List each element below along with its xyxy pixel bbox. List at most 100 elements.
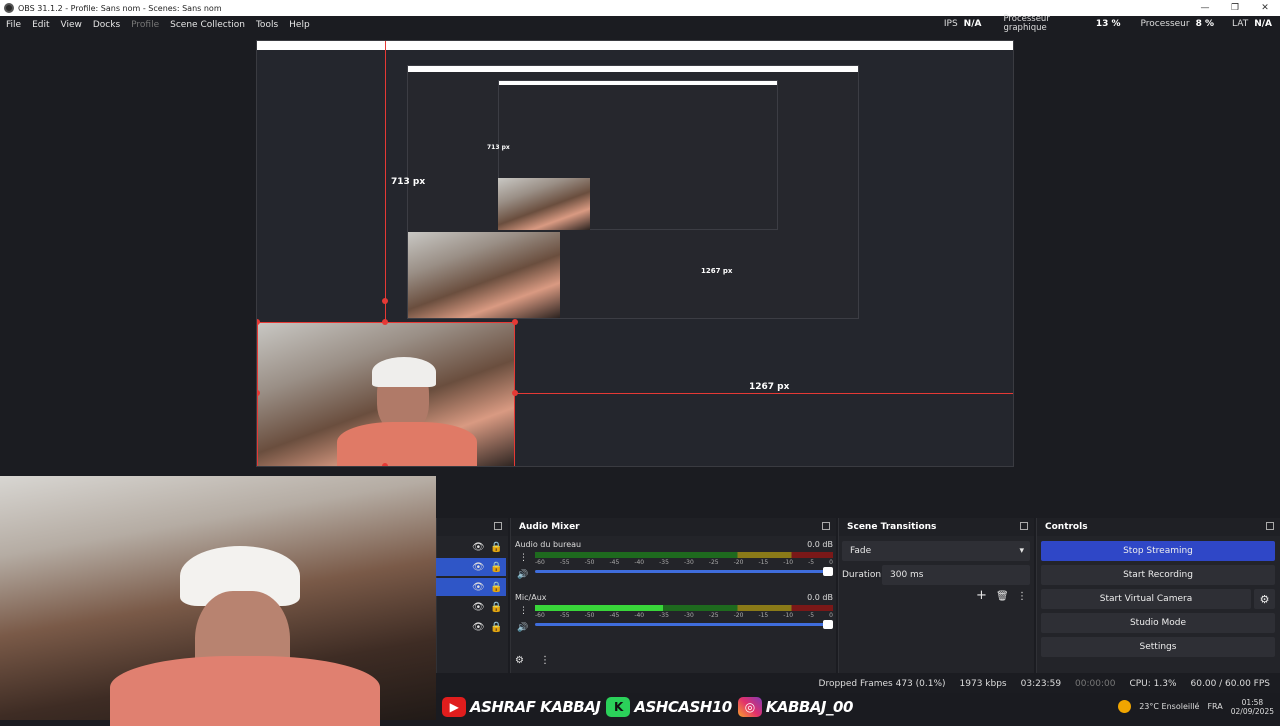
mixer-menu-kebab-icon[interactable]: ⋮ <box>540 655 550 666</box>
controls-undock-icon[interactable] <box>1266 522 1274 530</box>
menu-view[interactable]: View <box>61 20 82 30</box>
weather-text[interactable]: 23°C Ensoleillé <box>1139 702 1199 711</box>
tick: -25 <box>708 612 719 619</box>
speaker-icon[interactable]: 🔊 <box>517 570 528 580</box>
ips-label: IPS <box>943 19 958 29</box>
scene-transitions-undock-icon[interactable] <box>1020 522 1028 530</box>
resize-handle-tr[interactable] <box>512 319 518 325</box>
tick: -55 <box>559 559 570 566</box>
sources-undock-icon[interactable] <box>494 522 502 530</box>
ips-value: N/A <box>963 19 982 29</box>
tick: -35 <box>659 559 669 566</box>
taskbar: ▶ ASHRAF KABBAJ K ASHCASH10 ◎ KABBAJ_00 23°… <box>436 693 1280 720</box>
lat-label: LAT <box>1232 19 1249 29</box>
volume-meter <box>535 605 833 611</box>
kick-handle: K ASHCASH10 <box>606 696 732 717</box>
duration-label: Duration <box>842 570 882 580</box>
audio-mixer-undock-icon[interactable] <box>822 522 830 530</box>
tick: -20 <box>733 559 744 566</box>
width-measure-label: 1267 px <box>749 382 790 392</box>
channel-name: Mic/Aux <box>515 593 547 602</box>
source-row-2[interactable]: 👁 🔒 <box>436 558 506 576</box>
volume-slider[interactable] <box>535 620 833 629</box>
resize-handle-t[interactable] <box>382 319 388 325</box>
preview-screen-capture[interactable]: 713 px 1267 px 1267 px 713 px <box>256 40 1014 467</box>
tick: -50 <box>584 612 595 619</box>
volume-slider-knob[interactable] <box>823 567 833 576</box>
language-indicator[interactable]: FRA <box>1207 702 1222 711</box>
eye-icon[interactable]: 👁 <box>472 602 485 613</box>
menu-profile[interactable]: Profile <box>131 20 159 30</box>
menu-scene-collection[interactable]: Scene Collection <box>170 20 245 30</box>
duration-spinbox[interactable]: 300 ms <box>882 565 1030 585</box>
menu-file[interactable]: File <box>6 20 21 30</box>
cpu-value: 8 % <box>1195 19 1215 29</box>
nested-titlebar-2 <box>408 66 858 72</box>
lock-icon[interactable]: 🔒 <box>490 542 502 553</box>
lock-icon[interactable]: 🔒 <box>490 562 502 573</box>
tick: 0 <box>829 559 833 566</box>
menu-tools[interactable]: Tools <box>256 20 278 30</box>
eye-icon[interactable]: 👁 <box>472 562 485 573</box>
lock-icon[interactable]: 🔒 <box>490 602 502 613</box>
channel-name: Audio du bureau <box>515 540 582 549</box>
bitrate: 1973 kbps <box>959 679 1007 689</box>
transition-select[interactable]: Fade ▾ <box>842 541 1030 561</box>
duration-value: 300 ms <box>890 570 924 580</box>
studio-mode-button[interactable]: Studio Mode <box>1041 613 1275 633</box>
eye-icon[interactable]: 👁 <box>472 622 485 633</box>
nested-webcam-3 <box>498 178 590 230</box>
meter-ticks: -60 -55 -50 -45 -40 -35 -30 -25 -20 -15 -10 -5 0 <box>535 612 833 619</box>
clock[interactable]: 01:58 02/09/2025 <box>1231 698 1274 716</box>
lock-icon[interactable]: 🔒 <box>490 582 502 593</box>
height-guide <box>385 41 386 322</box>
kebab-icon[interactable]: ⋮ <box>519 606 528 616</box>
cpu-usage: CPU: 1.3% <box>1129 679 1177 689</box>
virtual-camera-settings-gear-icon[interactable]: ⚙ <box>1254 589 1275 609</box>
nested-preview-level-2 <box>407 65 859 319</box>
source-row-1[interactable]: 👁 🔒 <box>436 538 506 556</box>
fps: 60.00 / 60.00 FPS <box>1190 679 1270 689</box>
add-transition-plus-icon[interactable]: + <box>976 588 987 603</box>
mixer-channel-desktop: Audio du bureau 0.0 dB -60 -55 -50 -45 -40 -35… <box>515 540 833 580</box>
status-bar: Dropped Frames 473 (0.1%) 1973 kbps 03:2… <box>436 675 1280 693</box>
speaker-icon[interactable]: 🔊 <box>517 623 528 633</box>
eye-icon[interactable]: 👁 <box>472 542 485 553</box>
source-row-5[interactable]: 👁 🔒 <box>436 618 506 636</box>
kebab-icon[interactable]: ⋮ <box>519 553 528 563</box>
audio-mixer-title: Audio Mixer <box>519 522 580 532</box>
inner-height-measure-label: 713 px <box>487 144 510 151</box>
menu-help[interactable]: Help <box>289 20 310 30</box>
start-virtual-camera-button[interactable]: Start Virtual Camera <box>1041 589 1251 609</box>
transition-properties-kebab-icon[interactable]: ⋮ <box>1017 591 1027 602</box>
youtube-handle: ▶ ASHRAF KABBAJ <box>442 696 601 717</box>
eye-icon[interactable]: 👁 <box>472 582 485 593</box>
settings-button[interactable]: Settings <box>1041 637 1275 657</box>
chevron-down-icon: ▾ <box>1019 546 1024 556</box>
gpu-label-line2: graphique <box>1003 23 1047 33</box>
stop-streaming-button[interactable]: Stop Streaming <box>1041 541 1275 561</box>
menu-edit[interactable]: Edit <box>32 20 49 30</box>
mixer-advanced-gear-icon[interactable]: ⚙ <box>515 655 524 666</box>
dropped-frames: Dropped Frames 473 (0.1%) <box>818 679 946 689</box>
tick: -15 <box>758 612 769 619</box>
source-row-3[interactable]: 👁 🔒 <box>436 578 506 596</box>
weather-sun-icon <box>1118 700 1132 713</box>
volume-slider-knob[interactable] <box>823 620 833 629</box>
resize-handle-b[interactable] <box>382 463 388 466</box>
source-row-4[interactable]: 👁 🔒 <box>436 598 506 616</box>
selected-source-box[interactable] <box>257 322 515 466</box>
tick: -5 <box>808 559 815 566</box>
start-recording-button[interactable]: Start Recording <box>1041 565 1275 585</box>
remove-transition-trash-icon[interactable]: 🗑 <box>996 591 1009 602</box>
mixer-channel-mic: Mic/Aux 0.0 dB -60 -55 -50 -45 -40 -35 -30 -25 -2… <box>515 593 833 633</box>
resize-handle-r[interactable] <box>512 390 518 396</box>
volume-slider[interactable] <box>535 567 833 576</box>
lock-icon[interactable]: 🔒 <box>490 622 502 633</box>
menu-docks[interactable]: Docks <box>93 20 120 30</box>
instagram-handle: ◎ KABBAJ_00 <box>737 696 853 717</box>
guide-handle[interactable] <box>382 298 388 304</box>
tick: -45 <box>609 559 620 566</box>
inner-width-measure-label: 1267 px <box>701 267 733 275</box>
webcam-overlay <box>0 476 436 726</box>
